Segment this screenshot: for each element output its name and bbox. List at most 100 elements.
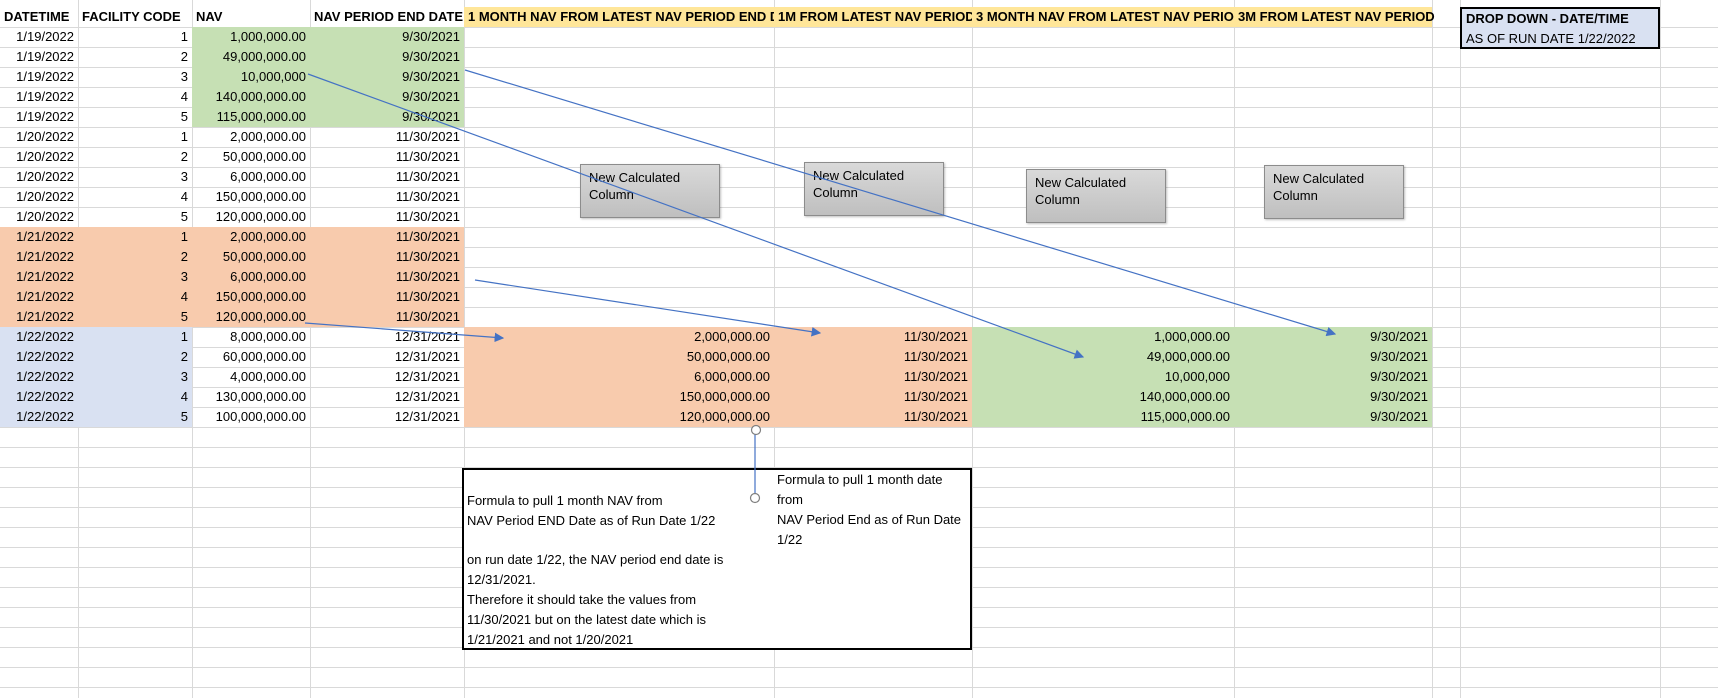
- cell-1-month-nav[interactable]: 2,000,000.00: [464, 327, 774, 347]
- cell-3m-from-latest[interactable]: 9/30/2021: [1234, 347, 1432, 367]
- cell-3-month-nav[interactable]: 1,000,000.00: [972, 327, 1234, 347]
- cell-facility-code[interactable]: 1: [78, 227, 192, 247]
- cell-nav[interactable]: 50,000,000.00: [192, 147, 310, 167]
- cell-1m-from-latest[interactable]: 11/30/2021: [774, 387, 972, 407]
- cell-nav[interactable]: 140,000,000.00: [192, 87, 310, 107]
- cell-nav[interactable]: 4,000,000.00: [192, 367, 310, 387]
- cell-3-month-nav[interactable]: 115,000,000.00: [972, 407, 1234, 427]
- cell-datetime[interactable]: 1/19/2022: [0, 47, 78, 67]
- cell-3m-from-latest[interactable]: 9/30/2021: [1234, 367, 1432, 387]
- cell-nav-period-end-date[interactable]: 11/30/2021: [310, 307, 464, 327]
- cell-datetime[interactable]: 1/19/2022: [0, 107, 78, 127]
- cell-facility-code[interactable]: 1: [78, 327, 192, 347]
- cell-nav-period-end-date[interactable]: 11/30/2021: [310, 287, 464, 307]
- cell-1-month-nav[interactable]: 6,000,000.00: [464, 367, 774, 387]
- cell-nav[interactable]: 8,000,000.00: [192, 327, 310, 347]
- cell-facility-code[interactable]: 4: [78, 287, 192, 307]
- cell-1-month-nav[interactable]: 120,000,000.00: [464, 407, 774, 427]
- cell-3m-from-latest[interactable]: 9/30/2021: [1234, 407, 1432, 427]
- cell-nav[interactable]: 100,000,000.00: [192, 407, 310, 427]
- cell-nav[interactable]: 49,000,000.00: [192, 47, 310, 67]
- calculated-column-callout[interactable]: New Calculated Column: [1264, 165, 1404, 219]
- cell-datetime[interactable]: 1/19/2022: [0, 67, 78, 87]
- cell-nav[interactable]: 1,000,000.00: [192, 27, 310, 47]
- cell-facility-code[interactable]: 4: [78, 387, 192, 407]
- cell-datetime[interactable]: 1/19/2022: [0, 87, 78, 107]
- cell-facility-code[interactable]: 2: [78, 347, 192, 367]
- cell-nav[interactable]: 60,000,000.00: [192, 347, 310, 367]
- cell-nav[interactable]: 130,000,000.00: [192, 387, 310, 407]
- cell-nav-period-end-date[interactable]: 9/30/2021: [310, 67, 464, 87]
- cell-datetime[interactable]: 1/22/2022: [0, 387, 78, 407]
- cell-facility-code[interactable]: 5: [78, 407, 192, 427]
- cell-facility-code[interactable]: 3: [78, 167, 192, 187]
- cell-nav[interactable]: 2,000,000.00: [192, 227, 310, 247]
- cell-3-month-nav[interactable]: 10,000,000: [972, 367, 1234, 387]
- calculated-column-callout[interactable]: New Calculated Column: [580, 164, 720, 218]
- cell-nav-period-end-date[interactable]: 11/30/2021: [310, 187, 464, 207]
- cell-nav-period-end-date[interactable]: 11/30/2021: [310, 167, 464, 187]
- cell-datetime[interactable]: 1/20/2022: [0, 207, 78, 227]
- cell-datetime[interactable]: 1/21/2022: [0, 227, 78, 247]
- cell-1m-from-latest[interactable]: 11/30/2021: [774, 327, 972, 347]
- cell-nav[interactable]: 115,000,000.00: [192, 107, 310, 127]
- header-nav[interactable]: NAV: [192, 7, 310, 27]
- cell-nav[interactable]: 120,000,000.00: [192, 307, 310, 327]
- cell-facility-code[interactable]: 2: [78, 147, 192, 167]
- cell-datetime[interactable]: 1/20/2022: [0, 187, 78, 207]
- cell-nav-period-end-date[interactable]: 12/31/2021: [310, 367, 464, 387]
- cell-3m-from-latest[interactable]: 9/30/2021: [1234, 327, 1432, 347]
- cell-1m-from-latest[interactable]: 11/30/2021: [774, 367, 972, 387]
- cell-nav-period-end-date[interactable]: 11/30/2021: [310, 247, 464, 267]
- cell-nav-period-end-date[interactable]: 12/31/2021: [310, 327, 464, 347]
- cell-nav-period-end-date[interactable]: 9/30/2021: [310, 107, 464, 127]
- cell-3m-from-latest[interactable]: 9/30/2021: [1234, 387, 1432, 407]
- cell-facility-code[interactable]: 5: [78, 207, 192, 227]
- cell-nav-period-end-date[interactable]: 9/30/2021: [310, 87, 464, 107]
- cell-1m-from-latest[interactable]: 11/30/2021: [774, 347, 972, 367]
- cell-facility-code[interactable]: 3: [78, 367, 192, 387]
- cell-nav-period-end-date[interactable]: 12/31/2021: [310, 407, 464, 427]
- calculated-column-callout[interactable]: New Calculated Column: [1026, 169, 1166, 223]
- calculated-column-callout[interactable]: New Calculated Column: [804, 162, 944, 216]
- cell-1m-from-latest[interactable]: 11/30/2021: [774, 407, 972, 427]
- cell-nav[interactable]: 10,000,000: [192, 67, 310, 87]
- cell-nav-period-end-date[interactable]: 11/30/2021: [310, 207, 464, 227]
- cell-nav-period-end-date[interactable]: 9/30/2021: [310, 27, 464, 47]
- cell-3-month-nav[interactable]: 49,000,000.00: [972, 347, 1234, 367]
- cell-facility-code[interactable]: 5: [78, 107, 192, 127]
- cell-nav-period-end-date[interactable]: 12/31/2021: [310, 347, 464, 367]
- cell-datetime[interactable]: 1/20/2022: [0, 127, 78, 147]
- cell-nav-period-end-date[interactable]: 11/30/2021: [310, 127, 464, 147]
- cell-facility-code[interactable]: 3: [78, 67, 192, 87]
- cell-datetime[interactable]: 1/20/2022: [0, 147, 78, 167]
- header-datetime[interactable]: DATETIME: [0, 7, 78, 27]
- cell-nav[interactable]: 50,000,000.00: [192, 247, 310, 267]
- cell-nav-period-end-date[interactable]: 11/30/2021: [310, 227, 464, 247]
- spreadsheet-grid[interactable]: DATETIME FACILITY CODE NAV NAV PERIOD EN…: [0, 0, 1718, 698]
- cell-nav[interactable]: 120,000,000.00: [192, 207, 310, 227]
- cell-datetime[interactable]: 1/21/2022: [0, 247, 78, 267]
- cell-facility-code[interactable]: 1: [78, 27, 192, 47]
- cell-facility-code[interactable]: 4: [78, 87, 192, 107]
- cell-nav-period-end-date[interactable]: 12/31/2021: [310, 387, 464, 407]
- cell-facility-code[interactable]: 1: [78, 127, 192, 147]
- header-3-month-nav[interactable]: 3 MONTH NAV FROM LATEST NAV PERIOD: [972, 7, 1243, 27]
- cell-nav[interactable]: 6,000,000.00: [192, 167, 310, 187]
- header-1m-from-latest[interactable]: 1M FROM LATEST NAV PERIOD: [774, 7, 975, 27]
- cell-datetime[interactable]: 1/20/2022: [0, 167, 78, 187]
- cell-1-month-nav[interactable]: 50,000,000.00: [464, 347, 774, 367]
- cell-nav-period-end-date[interactable]: 11/30/2021: [310, 267, 464, 287]
- cell-nav-period-end-date[interactable]: 11/30/2021: [310, 147, 464, 167]
- header-3m-from-latest[interactable]: 3M FROM LATEST NAV PERIOD: [1234, 7, 1435, 27]
- cell-nav[interactable]: 150,000,000.00: [192, 287, 310, 307]
- cell-nav[interactable]: 150,000,000.00: [192, 187, 310, 207]
- cell-nav[interactable]: 6,000,000.00: [192, 267, 310, 287]
- cell-datetime[interactable]: 1/21/2022: [0, 267, 78, 287]
- cell-datetime[interactable]: 1/22/2022: [0, 347, 78, 367]
- header-nav-period-end-date[interactable]: NAV PERIOD END DATE: [310, 7, 464, 27]
- cell-nav[interactable]: 2,000,000.00: [192, 127, 310, 147]
- cell-facility-code[interactable]: 5: [78, 307, 192, 327]
- cell-datetime[interactable]: 1/21/2022: [0, 307, 78, 327]
- cell-datetime[interactable]: 1/22/2022: [0, 367, 78, 387]
